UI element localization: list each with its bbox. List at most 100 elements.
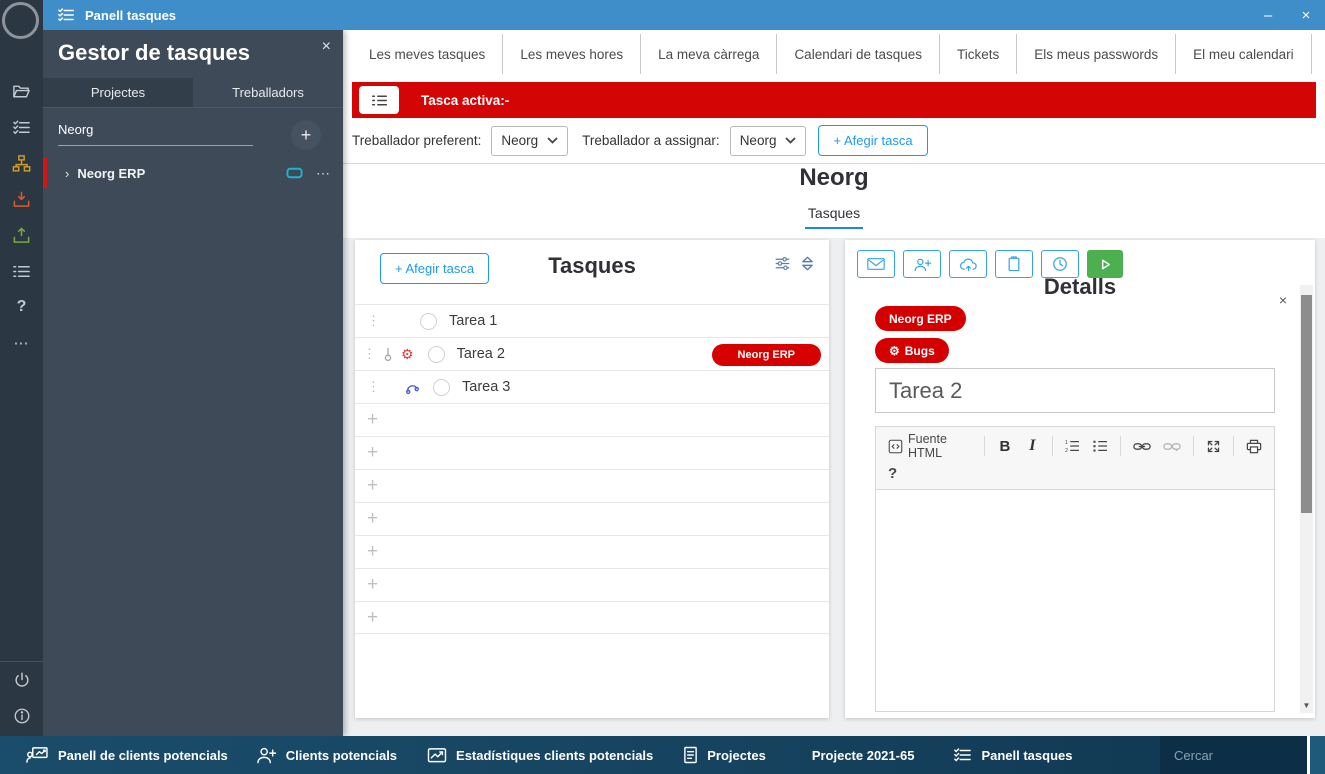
- unlink-button[interactable]: [1159, 438, 1185, 455]
- scrollbar-down-arrow[interactable]: ▼: [1300, 699, 1313, 711]
- export-tray-icon[interactable]: [0, 220, 43, 250]
- tab-tickets[interactable]: Tickets: [939, 34, 1016, 74]
- tab-el-meu-calendari[interactable]: El meu calendari: [1175, 34, 1311, 74]
- add-task-row[interactable]: +: [355, 502, 829, 535]
- project-title: Neorg: [343, 164, 1325, 192]
- bottombar-item-label: Panell tasques: [981, 748, 1072, 763]
- maximize-button[interactable]: [1202, 436, 1225, 457]
- task-row[interactable]: ⋮ Tarea 3: [355, 370, 829, 403]
- details-close-icon[interactable]: ×: [1279, 292, 1287, 308]
- envelope-icon: [867, 257, 885, 271]
- italic-button[interactable]: I: [1021, 437, 1043, 455]
- task-row[interactable]: ⋮ ⚙ Tarea 2 Neorg ERP: [355, 337, 829, 370]
- bottombar-item-estadistiques[interactable]: Estadístiques clients potencials: [427, 747, 653, 764]
- numbered-list-button[interactable]: 12: [1060, 436, 1084, 456]
- filter-sliders-icon[interactable]: [774, 255, 791, 272]
- bullet-list-button[interactable]: [1088, 436, 1112, 456]
- bold-button[interactable]: B: [992, 438, 1017, 455]
- main-content: Les meves tasques Les meves hores La mev…: [343, 30, 1325, 736]
- print-button[interactable]: [1242, 436, 1266, 457]
- drag-handle-icon[interactable]: ⋮: [367, 379, 380, 395]
- bottombar-item-projecte-2021-65[interactable]: Projecte 2021-65: [812, 748, 915, 763]
- badge-label: Bugs: [905, 344, 935, 358]
- bottombar-item-leads-panel[interactable]: Panell de clients potencials: [26, 746, 228, 764]
- tab-els-meus-passwords[interactable]: Els meus passwords: [1016, 34, 1175, 74]
- tab-calendari-de-tasques[interactable]: Calendari de tasques: [776, 34, 939, 74]
- hierarchy-icon[interactable]: [0, 148, 43, 178]
- item-more-icon[interactable]: ⋯: [316, 165, 331, 182]
- preferred-worker-select[interactable]: Neorg: [491, 126, 568, 156]
- assign-worker-select[interactable]: Neorg: [730, 126, 807, 156]
- task-label[interactable]: Tarea 1: [449, 313, 497, 329]
- app-logo: [2, 2, 39, 39]
- sort-updown-icon[interactable]: [800, 255, 815, 272]
- taskbar-search-input[interactable]: [1160, 736, 1307, 774]
- add-task-row[interactable]: +: [355, 568, 829, 601]
- filters-row: Treballador preferent: Neorg Treballador…: [343, 118, 1325, 164]
- power-icon[interactable]: [0, 665, 43, 695]
- task-checkbox[interactable]: [433, 379, 450, 396]
- minimize-button[interactable]: –: [1251, 0, 1285, 30]
- info-icon[interactable]: [0, 701, 43, 731]
- tab-la-meva-carrega[interactable]: La meva càrrega: [640, 34, 776, 74]
- task-list-icon: [371, 92, 388, 109]
- add-task-row[interactable]: +: [355, 469, 829, 502]
- task-label[interactable]: Tarea 3: [462, 379, 510, 395]
- add-task-row[interactable]: +: [355, 403, 829, 436]
- details-scrollbar[interactable]: ▼: [1300, 285, 1313, 713]
- tab-treballadors[interactable]: Treballadors: [193, 78, 343, 107]
- project-item-neorg-erp[interactable]: › Neorg ERP ⋯: [43, 158, 343, 188]
- clipboard-icon: [1007, 256, 1021, 272]
- close-window-button[interactable]: ×: [1289, 0, 1323, 30]
- panel-close-icon[interactable]: ×: [322, 38, 331, 56]
- task-list-icon[interactable]: [0, 112, 43, 142]
- project-badge[interactable]: Neorg ERP: [712, 344, 821, 366]
- category-badge[interactable]: ⚙ Bugs: [875, 338, 949, 363]
- folder-icon[interactable]: [0, 76, 43, 106]
- panel-title: Gestor de tasques: [58, 40, 250, 66]
- scrollbar-thumb[interactable]: [1301, 295, 1312, 513]
- drag-handle-icon[interactable]: ⋮: [363, 346, 376, 362]
- task-list-icon: [57, 6, 75, 24]
- task-title-input[interactable]: [875, 368, 1275, 413]
- project-badge[interactable]: Neorg ERP: [875, 306, 966, 331]
- list-icon[interactable]: [0, 256, 43, 286]
- source-html-button[interactable]: Fuente HTML: [884, 429, 976, 463]
- task-row[interactable]: ⋮ Tarea 1: [355, 304, 829, 337]
- editor-help-button[interactable]: ?: [884, 465, 901, 482]
- editor-content-area[interactable]: [875, 490, 1275, 712]
- tasks-card-tools: [774, 255, 815, 272]
- clock-icon: [1052, 256, 1068, 272]
- task-label[interactable]: Tarea 2: [457, 346, 505, 362]
- add-task-row[interactable]: +: [355, 601, 829, 634]
- add-task-row[interactable]: +: [355, 436, 829, 469]
- panel-tabs: Projectes Treballadors: [43, 78, 343, 108]
- chevron-right-icon[interactable]: ›: [65, 166, 69, 181]
- add-task-button[interactable]: + Afegir tasca: [818, 125, 927, 156]
- task-checkbox[interactable]: [420, 313, 437, 330]
- tab-projectes[interactable]: Projectes: [43, 78, 193, 107]
- bottom-taskbar: Panell de clients potencials Clients pot…: [0, 736, 1325, 774]
- bottombar-item-projectes[interactable]: Projectes: [683, 746, 766, 764]
- add-task-row[interactable]: +: [355, 535, 829, 568]
- toolbar-separator: [1052, 436, 1053, 456]
- toolbar-separator: [1193, 436, 1194, 456]
- user-menu[interactable]: R-Robert Valdés: [1311, 34, 1325, 74]
- tag-icon[interactable]: [286, 167, 303, 179]
- help-icon[interactable]: ?: [0, 292, 43, 322]
- tab-les-meves-tasques[interactable]: Les meves tasques: [352, 34, 502, 74]
- bottombar-item-panell-tasques[interactable]: Panell tasques: [952, 746, 1072, 764]
- import-tray-icon[interactable]: [0, 184, 43, 214]
- drag-handle-icon[interactable]: ⋮: [367, 313, 380, 329]
- badge-label: Neorg ERP: [889, 312, 952, 326]
- tab-tasques[interactable]: Tasques: [805, 205, 863, 229]
- taskbar-end-button[interactable]: [1307, 736, 1325, 774]
- active-task-list-button[interactable]: [359, 86, 399, 114]
- more-icon[interactable]: ⋯: [0, 328, 43, 358]
- project-search-input[interactable]: [58, 118, 253, 146]
- task-checkbox[interactable]: [428, 346, 445, 363]
- tab-les-meves-hores[interactable]: Les meves hores: [502, 34, 640, 74]
- add-project-button[interactable]: +: [291, 120, 321, 150]
- link-button[interactable]: [1129, 438, 1155, 455]
- bottombar-item-clients-potencials[interactable]: Clients potencials: [256, 746, 397, 764]
